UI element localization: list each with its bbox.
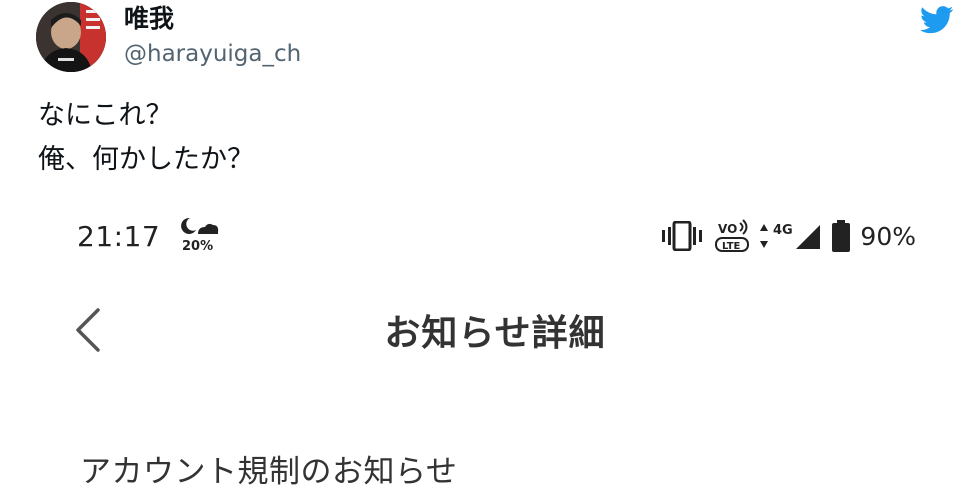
tweet-card: 唯我 @harayuiga_ch なにこれ？ 俺、何かしたか？ 21:17 20…	[0, 0, 960, 502]
tweet-text: なにこれ？ 俺、何かしたか？	[38, 94, 254, 182]
tweet-text-line: 俺、何かしたか？	[38, 144, 254, 175]
moon-cloud-icon	[181, 217, 219, 234]
svg-text:VO: VO	[718, 222, 737, 236]
twitter-bird-icon[interactable]	[920, 6, 954, 34]
display-name[interactable]: 唯我	[124, 4, 174, 34]
vibrate-icon	[662, 221, 703, 251]
tweet-text-line: なにこれ？	[38, 100, 173, 131]
weather-indicator: 20%	[180, 216, 220, 256]
notice-title[interactable]: アカウント規制のお知らせ	[80, 446, 457, 491]
signal-icon: 4G	[760, 223, 821, 249]
avatar[interactable]	[36, 2, 106, 72]
battery-icon	[832, 220, 851, 252]
attached-screenshot[interactable]: 21:17 20% VO LTE 4G 90% お知らせ詳細 アカウント規制のお…	[0, 196, 960, 502]
battery-percent: 90%	[860, 221, 916, 251]
svg-text:LTE: LTE	[722, 241, 741, 252]
volte-icon: VO LTE	[715, 219, 750, 252]
avatar-photo	[36, 2, 106, 72]
weather-temp: 20%	[182, 239, 214, 254]
page-title: お知らせ詳細	[384, 313, 606, 354]
network-label: 4G	[773, 223, 793, 238]
status-icons: VO LTE 4G 90%	[660, 218, 916, 254]
user-handle[interactable]: @harayuiga_ch	[124, 40, 301, 68]
status-time: 21:17	[77, 220, 161, 253]
